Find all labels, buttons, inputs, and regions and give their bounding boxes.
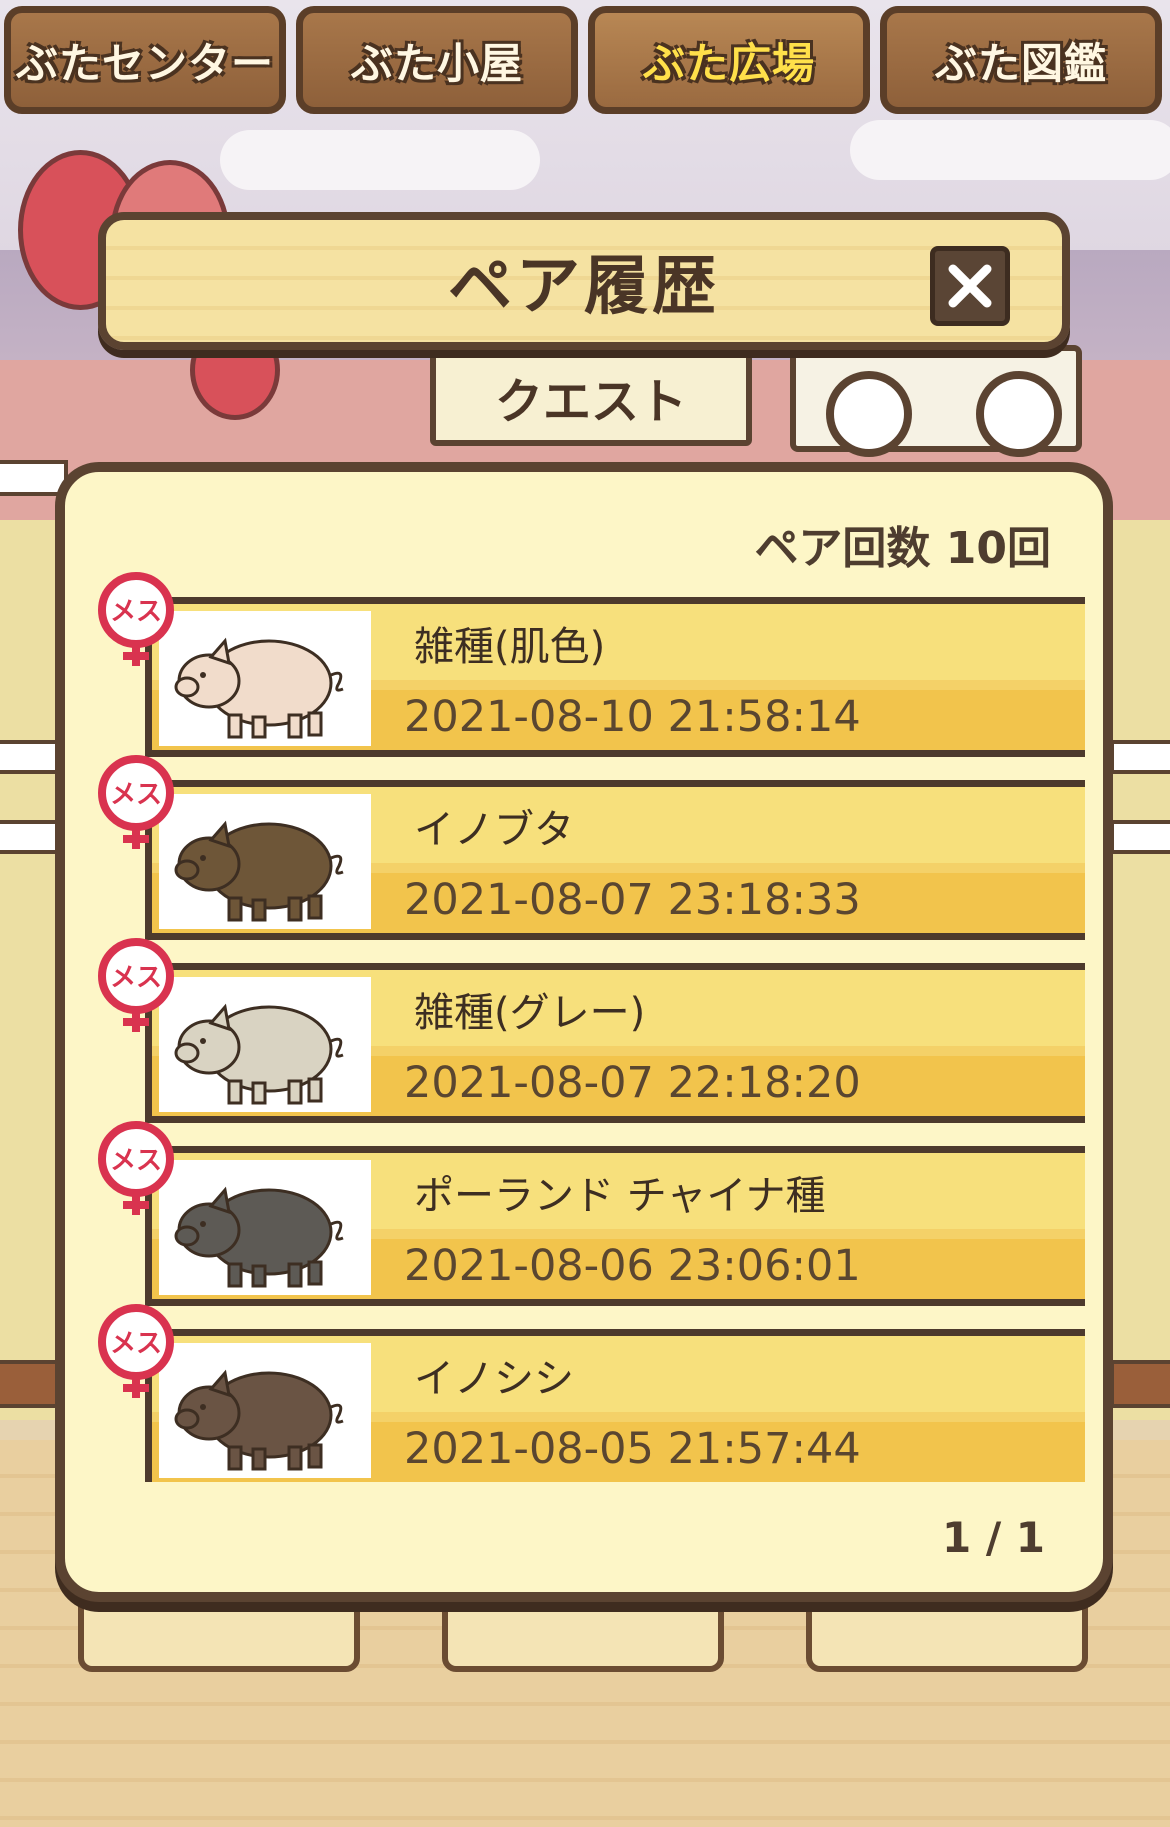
- wheel-icon: [976, 371, 1062, 457]
- pig-icon: [174, 1369, 344, 1471]
- pig-icon: [174, 637, 344, 739]
- cloud: [850, 120, 1170, 180]
- close-button[interactable]: [930, 246, 1010, 326]
- gender-label: メス: [110, 1329, 162, 1359]
- fence: [1110, 1360, 1170, 1408]
- breed-name: イノシシ: [414, 1356, 574, 1402]
- manage-button[interactable]: [806, 1590, 1088, 1672]
- history-card[interactable]: 雑種(肌色) 2021-08-10 21:58:14: [145, 597, 1085, 757]
- female-badge: メス: [95, 572, 177, 668]
- cloud: [220, 130, 540, 190]
- pig-icon: [174, 820, 344, 922]
- quest-sign: クエスト: [430, 348, 752, 446]
- close-icon: [948, 264, 992, 308]
- history-card[interactable]: イノブタ 2021-08-07 23:18:33: [145, 780, 1085, 940]
- female-icon: メス: [98, 1121, 174, 1215]
- female-icon: メス: [98, 755, 174, 849]
- tab-buta-encyclopedia[interactable]: ぶた図鑑: [880, 6, 1162, 114]
- pair-history-panel: ペア回数 10回 雑種(肌色) 2021-08-10 21:58:14 メス イ…: [55, 462, 1113, 1602]
- pig-thumbnail: [159, 1160, 371, 1295]
- page-indicator: 1 / 1: [941, 1513, 1045, 1562]
- history-card[interactable]: 雑種(グレー) 2021-08-07 22:18:20: [145, 963, 1085, 1123]
- top-tab-bar: ぶたセンター ぶた小屋 ぶた広場 ぶた図鑑: [0, 0, 1170, 125]
- pair-date: 2021-08-07 23:18:33: [404, 875, 861, 925]
- female-badge: メス: [95, 938, 177, 1034]
- wheel-icon: [826, 371, 912, 457]
- pig-icon: [174, 1003, 344, 1105]
- female-icon: メス: [98, 1304, 174, 1398]
- piglet-button[interactable]: [78, 1590, 360, 1672]
- gender-label: メス: [110, 1146, 162, 1176]
- dialog-header: ペア履歴: [98, 212, 1070, 350]
- breed-name: ポーランド チャイナ種: [414, 1173, 826, 1219]
- history-row[interactable]: ポーランド チャイナ種 2021-08-06 23:06:01 メス: [95, 1121, 1085, 1306]
- pair-date: 2021-08-05 21:57:44: [404, 1424, 861, 1474]
- fence: [1110, 820, 1170, 854]
- quest-sign-label: クエスト: [494, 374, 687, 430]
- tab-buta-plaza[interactable]: ぶた広場: [588, 6, 870, 114]
- female-badge: メス: [95, 755, 177, 851]
- pair-date: 2021-08-06 23:06:01: [404, 1241, 861, 1291]
- history-row[interactable]: イノブタ 2021-08-07 23:18:33 メス: [95, 755, 1085, 940]
- breed-name: 雑種(グレー): [414, 990, 646, 1036]
- gender-label: メス: [110, 963, 162, 993]
- gender-label: メス: [110, 597, 162, 627]
- history-card[interactable]: イノシシ 2021-08-05 21:57:44: [145, 1329, 1085, 1482]
- pig-thumbnail: [159, 611, 371, 746]
- tab-label: ぶた小屋: [350, 38, 523, 88]
- pig-thumbnail: [159, 977, 371, 1112]
- pig-icon: [174, 1186, 344, 1288]
- history-row[interactable]: イノシシ 2021-08-05 21:57:44 メス: [95, 1304, 1085, 1482]
- history-row[interactable]: 雑種(肌色) 2021-08-10 21:58:14 メス: [95, 572, 1085, 757]
- pig-thumbnail: [159, 1343, 371, 1478]
- dialog-title: ペア履歴: [448, 250, 720, 324]
- pig-thumbnail: [159, 794, 371, 929]
- cart: [790, 345, 1082, 457]
- fence: [1110, 740, 1170, 774]
- female-icon: メス: [98, 938, 174, 1032]
- breed-name: イノブタ: [414, 807, 574, 853]
- pair-date: 2021-08-10 21:58:14: [404, 692, 861, 742]
- female-badge: メス: [95, 1121, 177, 1217]
- female-icon: メス: [98, 572, 174, 666]
- tab-label: ぶた広場: [642, 38, 815, 88]
- pair-count: ペア回数 10回: [754, 523, 1051, 574]
- history-card[interactable]: ポーランド チャイナ種 2021-08-06 23:06:01: [145, 1146, 1085, 1306]
- breed-name: 雑種(肌色): [414, 624, 606, 670]
- female-badge: メス: [95, 1304, 177, 1400]
- history-row[interactable]: 雑種(グレー) 2021-08-07 22:18:20 メス: [95, 938, 1085, 1123]
- tab-label: ぶた図鑑: [934, 38, 1107, 88]
- history-list[interactable]: 雑種(肌色) 2021-08-10 21:58:14 メス イノブタ 2021-…: [95, 572, 1085, 1482]
- history-button[interactable]: [442, 1590, 724, 1672]
- pair-date: 2021-08-07 22:18:20: [404, 1058, 861, 1108]
- tab-buta-center[interactable]: ぶたセンター: [4, 6, 286, 114]
- tab-label: ぶたセンター: [15, 38, 274, 88]
- gender-label: メス: [110, 780, 162, 810]
- tab-buta-hut[interactable]: ぶた小屋: [296, 6, 578, 114]
